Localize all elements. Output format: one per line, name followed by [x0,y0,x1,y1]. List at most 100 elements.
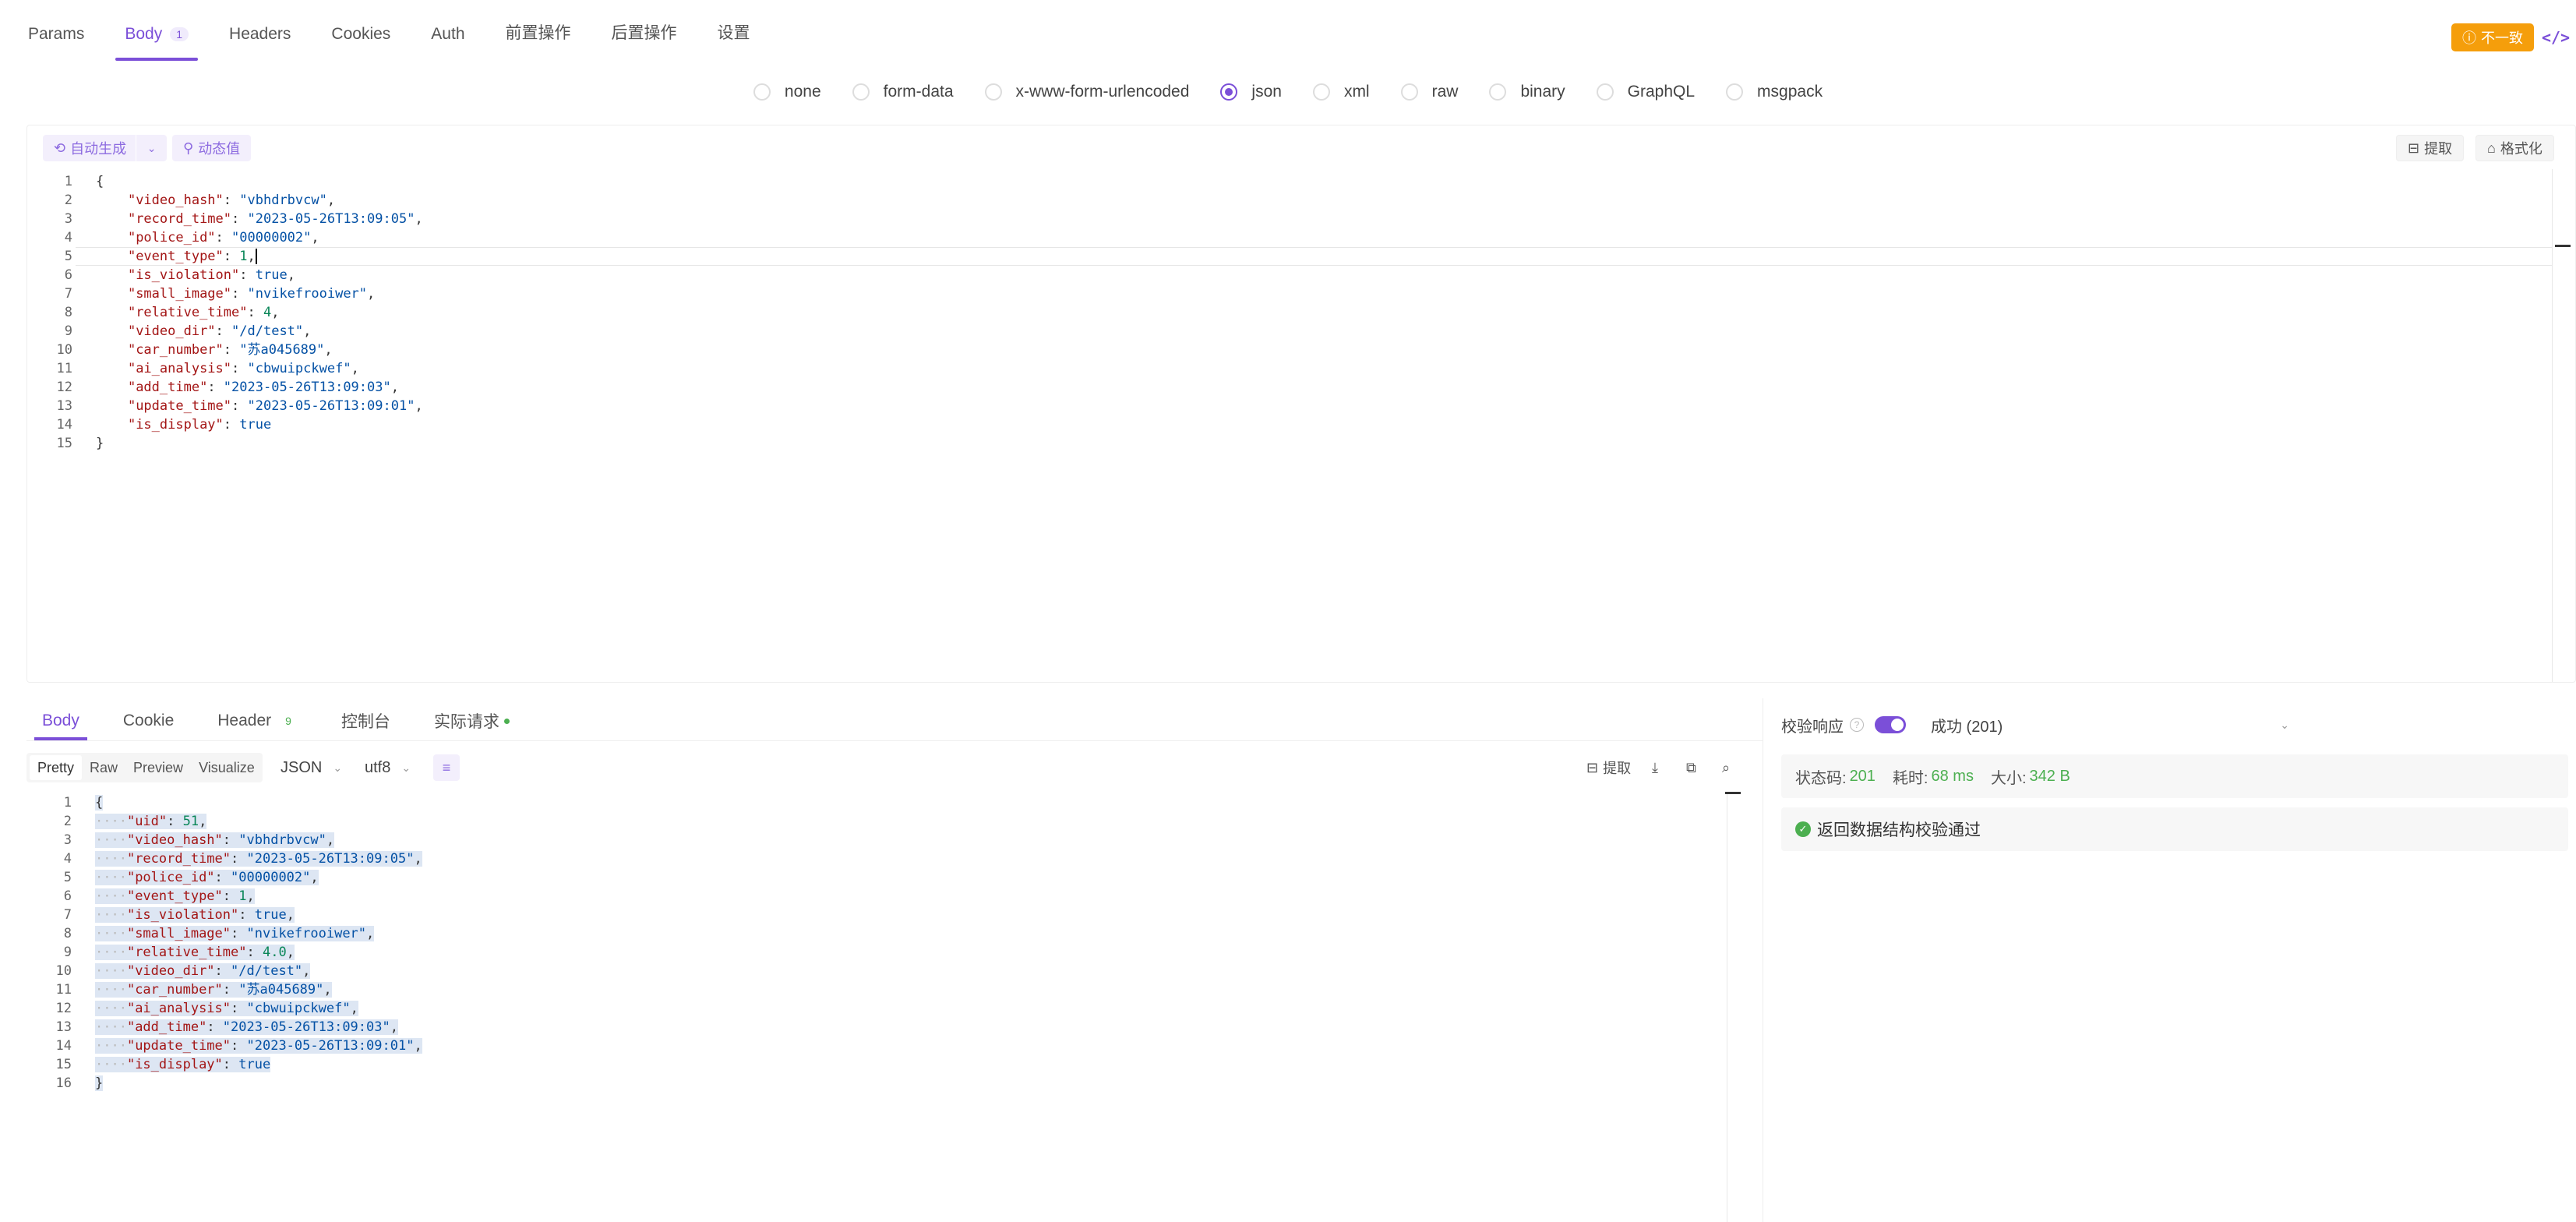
view-mode-visualize[interactable]: Visualize [191,755,263,780]
extract-icon: ⊟ [1586,759,1599,775]
radio-circle[interactable] [1596,83,1614,101]
tab-cookies[interactable]: Cookies [331,25,390,61]
wand-icon: ⚲ [183,140,194,156]
code-token: , [302,963,311,979]
code-line: 16} [37,1074,422,1093]
code-token: ···· [95,982,127,998]
code-token: : [231,286,248,302]
code-token: "00000002" [231,230,312,245]
auto-generate-button[interactable]: ⟲ 自动生成 ⌄ [43,135,168,161]
format-icon: ⌂ [2487,140,2496,156]
line-content: "ai_analysis": "cbwuipckwef", [72,359,359,378]
dynamic-value-button[interactable]: ⚲ 动态值 [172,135,252,161]
code-token: : [231,926,247,941]
view-mode-pretty[interactable]: Pretty [30,755,83,780]
tab-label: 前置操作 [505,24,571,42]
response-extract-button[interactable]: ⊟ 提取 [1586,754,1631,781]
extract-button[interactable]: ⊟ 提取 [2396,135,2465,161]
tab-headers[interactable]: Headers [229,25,291,61]
code-token: "video_hash" [126,832,223,848]
status-select[interactable]: 成功 (201) ⌄ [1931,711,2289,739]
code-token: , [324,342,333,358]
editor-scrollbar[interactable] [2552,169,2553,682]
request-body-editor[interactable]: ⟲ 自动生成 ⌄ ⚲ 动态值 ⊟ 提取 ⌂ 格式化 1{2 "video_has… [26,125,2576,683]
format-button[interactable]: ⌂ 格式化 [2475,135,2554,161]
copy-icon[interactable]: ⧉ [1686,754,1696,781]
view-mode-preview[interactable]: Preview [125,755,191,780]
validate-toggle[interactable] [1875,716,1906,733]
response-code[interactable]: 1{2 ····"uid": 51, 3 ····"video_hash": "vbh… [37,793,422,1093]
code-token: "police_id" [126,870,215,885]
radio-msgpack[interactable]: msgpack [1726,83,1823,101]
line-text: ····"ai_analysis": "cbwuipckwef", [95,1001,358,1016]
code-token: ···· [95,1019,127,1035]
search-icon[interactable]: ⌕ [1722,754,1730,781]
line-content: "add_time": "2023-05-26T13:09:03", [72,378,399,397]
code-token: : [238,907,255,923]
help-icon[interactable]: ? [1850,718,1864,732]
code-line: 2 ····"uid": 51, [37,812,422,831]
radio-none[interactable]: none [753,83,821,101]
download-icon[interactable]: ⤓ [1652,754,1658,781]
format-select[interactable]: JSON ⌄ [281,753,342,782]
radio-binary[interactable]: binary [1489,83,1565,101]
line-content: "video_hash": "vbhdrbvcw", [72,191,335,210]
tab-body[interactable]: Body 1 [115,25,198,61]
radio-circle[interactable] [753,83,771,101]
radio-circle[interactable] [984,83,1002,101]
radio-label: none [784,83,821,101]
code-token: ···· [95,832,127,848]
response-tab-3[interactable]: 控制台 [341,701,390,740]
inconsistent-button[interactable]: ⓘ 不一致 [2451,23,2534,51]
tab-前置操作[interactable]: 前置操作 [506,20,571,61]
radio-form-data[interactable]: form-data [852,83,954,101]
line-number: 6 [63,888,72,904]
response-tab-2[interactable]: Header 9 [217,701,298,740]
line-content: } [72,1074,104,1093]
radio-x-www-form-urlencoded[interactable]: x-www-form-urlencoded [984,83,1189,101]
response-tab-0[interactable]: Body [34,701,87,740]
info-icon: ⓘ [2462,30,2476,46]
code-line: 14 "is_display": true [38,415,423,434]
radio-label: xml [1343,83,1370,101]
radio-circle[interactable] [1489,83,1507,101]
radio-circle[interactable] [1312,83,1330,101]
radio-xml[interactable]: xml [1312,83,1370,101]
validate-response: 校验响应 ? [1781,711,1906,739]
radio-circle[interactable] [1726,83,1744,101]
code-token: , [199,814,207,829]
radio-circle[interactable] [852,83,870,101]
radio-graphql[interactable]: GraphQL [1596,83,1695,101]
encoding-select[interactable]: utf8 ⌄ [365,753,411,782]
radio-circle[interactable] [1400,83,1418,101]
tab-params[interactable]: Params [28,25,84,61]
code-token: "2023-05-26T13:09:05" [247,211,415,227]
response-tab-4[interactable]: 实际请求 [434,701,510,740]
word-wrap-icon[interactable]: ≡ [433,754,460,781]
radio-circle[interactable] [1220,83,1238,101]
tab-后置操作[interactable]: 后置操作 [612,20,677,61]
radio-json[interactable]: json [1220,83,1282,101]
line-text: "ai_analysis": "cbwuipckwef", [96,361,359,376]
format-label: 格式化 [2500,141,2542,157]
line-text: ····"record_time": "2023-05-26T13:09:05"… [95,851,422,867]
line-text: { [95,795,104,811]
tab-auth[interactable]: Auth [431,25,464,61]
line-number: 10 [56,342,72,358]
code-token: : [223,342,240,358]
response-tab-1[interactable]: Cookie [123,701,174,740]
chevron-down-icon[interactable]: ⌄ [136,135,167,161]
radio-label: raw [1431,83,1459,101]
line-content: "car_number": "苏a045689", [72,341,333,359]
request-code[interactable]: 1{2 "video_hash": "vbhdrbvcw", 3 "record_… [38,172,423,453]
code-token: "uid" [126,814,168,829]
code-token: : [215,323,232,339]
code-token: "vbhdrbvcw" [238,832,326,848]
code-token: 51 [182,814,199,829]
tab-设置[interactable]: 设置 [718,20,750,61]
radio-raw[interactable]: raw [1400,83,1459,101]
view-mode-raw[interactable]: Raw [82,755,125,780]
dynamic-value-label: 动态值 [198,141,241,157]
code-icon[interactable]: </> [2542,23,2570,51]
code-token: "police_id" [127,230,216,245]
